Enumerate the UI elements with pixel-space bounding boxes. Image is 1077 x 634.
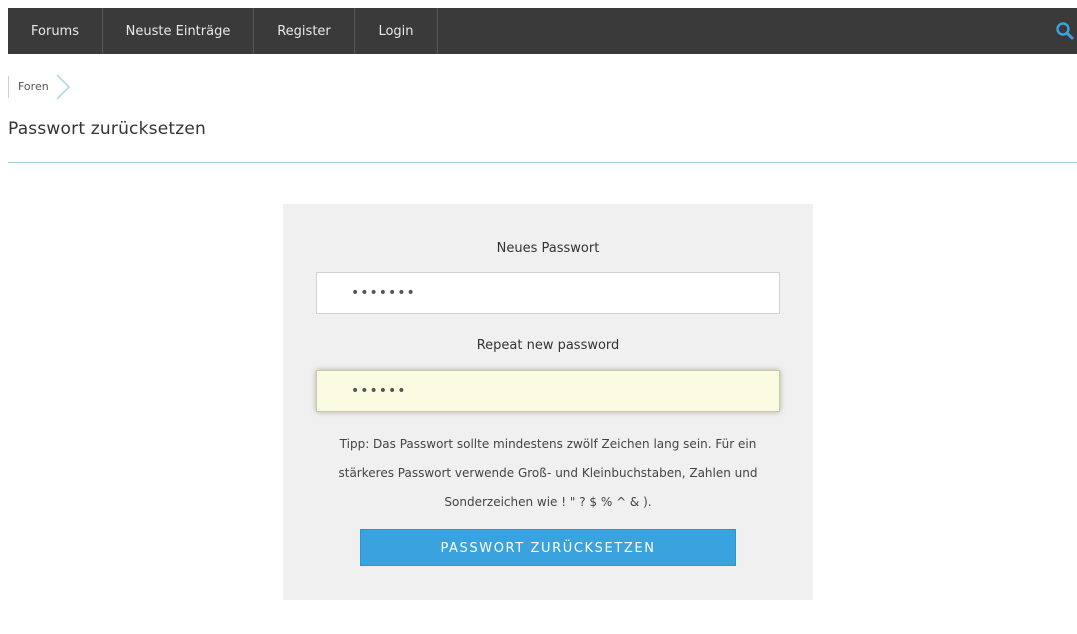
repeat-password-field[interactable] [316, 370, 780, 412]
new-password-label: Neues Passwort [496, 241, 600, 256]
nav-item-new-posts[interactable]: Neuste Einträge [103, 8, 254, 54]
password-tip: Tipp: Das Passwort sollte mindestens zwö… [283, 430, 813, 517]
reset-password-form: Neues Passwort Repeat new password Tipp:… [283, 204, 813, 600]
password-tip-line: stärkeres Passwort verwende Groß- und Kl… [338, 466, 758, 480]
new-password-field[interactable] [316, 272, 780, 314]
nav-item-forums[interactable]: Forums [8, 8, 103, 54]
nav-item-label: Forums [31, 23, 79, 39]
breadcrumb: Foren [8, 74, 71, 100]
password-tip-line: Tipp: Das Passwort sollte mindestens zwö… [339, 437, 757, 451]
nav-item-login[interactable]: Login [355, 8, 438, 54]
nav-item-label: Neuste Einträge [125, 23, 231, 39]
title-divider [8, 162, 1077, 163]
page-title: Passwort zurücksetzen [8, 119, 206, 139]
breadcrumb-item-foren[interactable]: Foren [8, 76, 57, 98]
nav-item-label: Login [378, 23, 414, 39]
chevron-right-icon [56, 74, 70, 100]
reset-password-button[interactable]: PASSWORT ZURÜCKSETZEN [360, 529, 736, 566]
search-icon[interactable] [1055, 21, 1075, 41]
repeat-password-label: Repeat new password [476, 338, 620, 353]
nav-item-label: Register [277, 23, 331, 39]
nav-item-register[interactable]: Register [254, 8, 355, 54]
password-tip-line: Sonderzeichen wie ! " ? $ % ^ & ). [444, 495, 652, 509]
top-navbar: Forums Neuste Einträge Register Login [8, 8, 1077, 54]
